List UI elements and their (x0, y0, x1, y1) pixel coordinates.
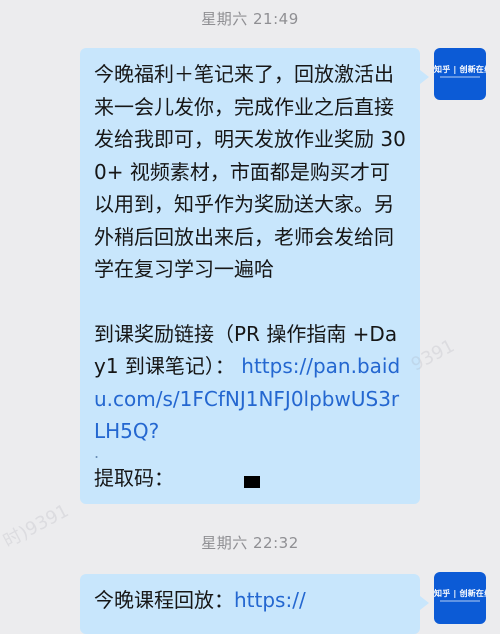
timestamp: 星期六 21:49 (201, 10, 299, 28)
stray-dot: . (94, 442, 100, 462)
avatar-logo: 知乎 | 创新在线 (434, 65, 486, 74)
redacted-code (244, 475, 260, 488)
avatar[interactable]: 知乎 | 创新在线 (434, 48, 486, 100)
avatar-logo: 知乎 | 创新在线 (434, 589, 486, 598)
replay-link[interactable]: https:// (234, 588, 306, 612)
extraction-code-label: 提取码： (94, 465, 174, 490)
avatar-logo-underline (440, 600, 480, 602)
message-text: 今晚课程回放：https:// (94, 584, 406, 617)
timestamp: 星期六 22:32 (201, 534, 299, 552)
avatar-logo-underline (440, 76, 480, 78)
avatar[interactable]: 知乎 | 创新在线 (434, 572, 486, 624)
message-bubble[interactable]: 今晚福利＋笔记来了，回放激活出来一会儿发你，完成作业之后直接发给我即可，明天发放… (80, 48, 429, 504)
message-bubble[interactable]: 今晚课程回放：https:// (80, 574, 429, 634)
link-intro-text: 到课奖励链接（PR 操作指南 +Day1 到课笔记）： https://pan.… (94, 318, 406, 448)
extraction-code-row: 提取码： (94, 462, 406, 495)
message-text: 今晚福利＋笔记来了，回放激活出来一会儿发你，完成作业之后直接发给我即可，明天发放… (94, 62, 406, 281)
replay-intro: 今晚课程回放： (94, 588, 234, 612)
